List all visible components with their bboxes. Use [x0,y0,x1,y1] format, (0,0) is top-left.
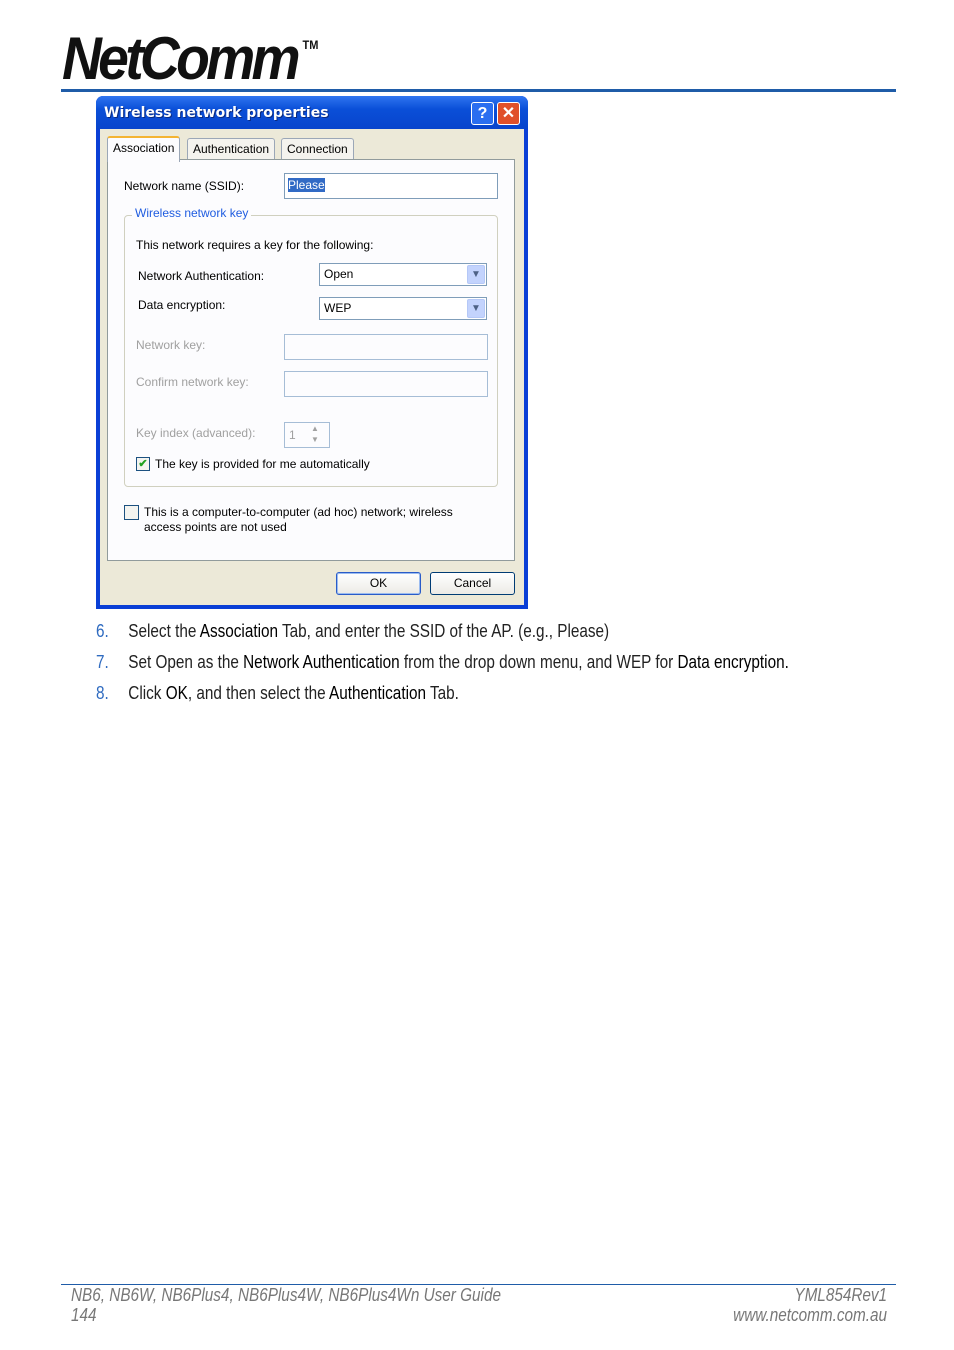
step-8: 8. Click OK, and then select the Authenti… [96,683,459,704]
step-emphasis: Network Authentication [243,652,400,672]
auth-select[interactable]: Open ▼ [319,263,487,286]
auth-label: Network Authentication: [138,269,265,283]
ssid-value: Please [288,178,325,192]
association-panel: Network name (SSID): Please Wireless net… [107,159,515,561]
step-emphasis: Association [199,621,279,641]
step-text: Set Open as the [128,652,244,672]
step-7: 7. Set Open as the Network Authentication… [96,652,789,673]
header-divider [61,89,896,92]
key-index-value: 1 [289,428,296,442]
adhoc-label-1: This is a computer-to-computer (ad hoc) … [144,505,453,519]
ssid-input[interactable]: Please [284,173,498,199]
netcomm-logo: NetComm TM [62,24,318,93]
dialog-body: Association Authentication Connection Ne… [100,129,524,605]
key-index-stepper[interactable]: 1 ▲ ▼ [284,422,330,448]
step-number: 7. [96,652,109,672]
adhoc-checkbox[interactable] [124,505,139,520]
requires-text: This network requires a key for the foll… [136,238,374,252]
title-bar[interactable]: Wireless network properties ? ✕ [96,96,528,129]
wireless-properties-dialog: Wireless network properties ? ✕ Associat… [96,96,528,609]
key-index-label: Key index (advanced): [136,426,256,440]
step-number: 6. [96,621,109,641]
close-button[interactable]: ✕ [497,102,520,125]
tab-connection[interactable]: Connection [281,138,354,160]
adhoc-label-2: access points are not used [144,520,287,534]
chevron-down-icon[interactable]: ▼ [467,265,485,284]
step-text: , and then select the [187,683,330,703]
auto-key-checkbox[interactable]: ✔ [136,457,150,471]
step-emphasis: OK [165,683,188,703]
enc-label: Data encryption: [138,298,226,312]
logo-text: NetComm [62,25,301,92]
network-key-input[interactable] [284,334,488,360]
dialog-title: Wireless network properties [104,105,329,121]
step-6: 6. Select the Association Tab, and enter … [96,621,609,642]
tab-authentication[interactable]: Authentication [187,138,276,160]
step-emphasis: Data encryption. [677,652,789,672]
chevron-down-icon[interactable]: ▼ [467,299,485,318]
group-title: Wireless network key [132,206,252,220]
footer-revision: YML854Rev1 [794,1285,887,1305]
step-text: Click [128,683,166,703]
confirm-key-input[interactable] [284,371,488,397]
cancel-button[interactable]: Cancel [430,572,515,595]
ok-button[interactable]: OK [336,572,421,595]
step-text: Tab. [425,683,459,703]
footer-guide-title: NB6, NB6W, NB6Plus4, NB6Plus4W, NB6Plus4… [71,1285,501,1305]
enc-value: WEP [324,301,352,315]
confirm-key-label: Confirm network key: [136,375,249,389]
step-number: 8. [96,683,109,703]
network-key-label: Network key: [136,338,206,352]
document-page: NetComm TM Wireless network properties ? … [0,0,954,1350]
step-text: Select the [128,621,200,641]
footer-url[interactable]: www.netcomm.com.au [733,1305,887,1326]
spinner-arrows-icon[interactable]: ▲ ▼ [311,423,319,445]
tab-association[interactable]: Association [107,136,181,162]
ssid-label: Network name (SSID): [124,179,245,193]
step-text: Tab, and enter the SSID of the AP. (e.g.… [278,621,610,641]
enc-select[interactable]: WEP ▼ [319,297,487,320]
step-emphasis: Authentication [329,683,426,703]
help-button[interactable]: ? [471,102,494,125]
logo-tm: TM [302,38,319,52]
auth-value: Open [324,267,354,281]
auto-key-label: The key is provided for me automatically [155,457,370,471]
footer-page-number: 144 [71,1305,97,1325]
step-text: from the drop down menu, and WEP for [399,652,678,672]
